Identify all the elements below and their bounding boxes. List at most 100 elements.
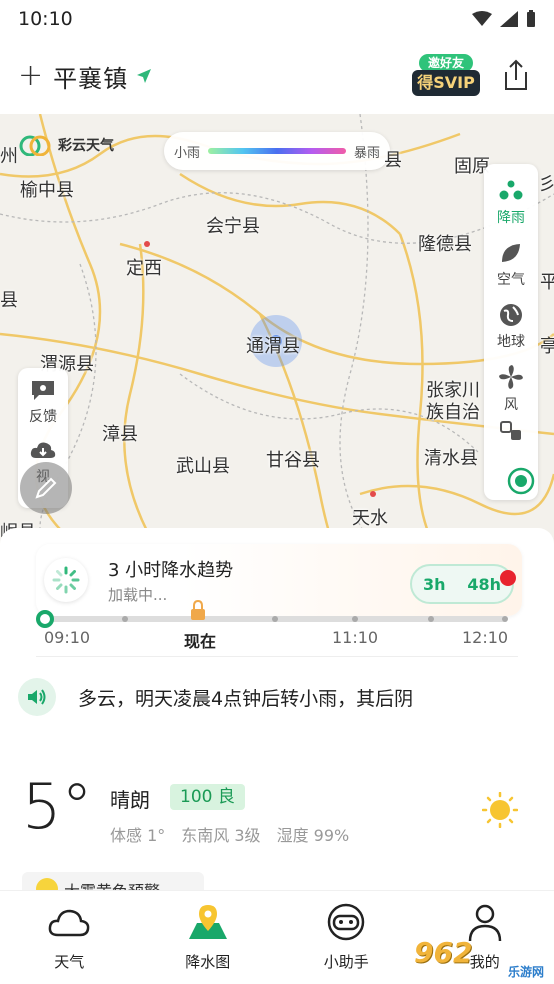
divider — [36, 656, 518, 657]
nav-precip-map-label: 降水图 — [185, 953, 231, 971]
map-layer-panel: 降雨 空气 地球 风 — [484, 164, 538, 500]
loading-spinner — [44, 558, 88, 602]
notification-dot — [500, 570, 516, 586]
map-place-label: 甘谷县 — [266, 450, 320, 471]
invite-vip-button[interactable]: 邀好友 得SVIP — [410, 54, 482, 100]
header: + 平襄镇 邀好友 得SVIP — [0, 38, 554, 114]
map-place-label: 定西 — [126, 258, 162, 279]
wind: 东南风 3级 — [181, 826, 261, 845]
feedback-icon — [32, 381, 54, 400]
weather-details: 体感 1° 东南风 3级 湿度 99% — [110, 822, 349, 846]
map-place-label: 族自治 — [426, 402, 480, 423]
precipitation-map[interactable]: 彩云天气 小雨 暴雨 州 榆中县 固原 会宁县 定西 隆德县 县 通渭县 渭源县… — [0, 114, 554, 554]
map-place-label: 天水 — [352, 508, 388, 529]
map-place-label: 榆中县 — [20, 180, 74, 201]
leaf-icon — [502, 244, 520, 262]
range-toggle: 3h 48h — [410, 564, 514, 604]
nav-precip-map[interactable]: 降水图 — [139, 891, 278, 984]
lock-icon — [191, 600, 205, 620]
legend-min-label: 小雨 — [174, 145, 201, 161]
layer-wind-label: 风 — [504, 397, 518, 413]
timeline-label-now: 现在 — [184, 632, 217, 651]
map-place-label: 县 — [384, 150, 402, 171]
map-place-label: 隆德县 — [418, 234, 472, 255]
fan-icon — [499, 365, 523, 389]
legend-gradient — [208, 148, 346, 154]
toggle-3h[interactable]: 3h — [423, 575, 446, 594]
map-place-label: 清水县 — [424, 448, 478, 469]
cloud-icon — [48, 909, 90, 937]
watermark-logo: 962 乐游网 — [414, 936, 550, 980]
loading-icon — [52, 566, 80, 594]
status-bar: 10:10 — [0, 0, 554, 38]
share-icon[interactable] — [502, 58, 530, 92]
legend-max-label: 暴雨 — [353, 145, 380, 161]
layer-rain-label: 降雨 — [497, 210, 525, 226]
battery-icon — [527, 10, 535, 27]
feels-like: 体感 1° — [110, 826, 166, 845]
wifi-icon — [472, 11, 492, 26]
aqi-badge[interactable]: 100 良 — [170, 784, 245, 810]
locate-me-icon[interactable] — [506, 466, 536, 496]
timeline-tick — [352, 616, 358, 622]
timeline-label-end: 12:10 — [462, 628, 509, 647]
timeline-tick — [428, 616, 434, 622]
location-arrow-icon — [137, 69, 152, 83]
nav-weather[interactable]: 天气 — [0, 891, 139, 984]
map-brand-label: 彩云天气 — [58, 138, 114, 154]
watermark-main: 962 — [414, 936, 473, 969]
map-place-label: 平 — [540, 272, 554, 293]
speaker-icon — [28, 689, 46, 705]
layer-more-button[interactable] — [484, 420, 538, 460]
globe-icon — [500, 304, 522, 326]
map-place-label: 通渭县 — [246, 336, 300, 357]
map-place-label: 县 — [0, 290, 18, 311]
map-place-label: 彡阳 — [538, 174, 554, 195]
precip-timeline[interactable] — [36, 600, 508, 628]
map-place-label: 州 — [0, 146, 18, 167]
timeline-start-handle[interactable] — [36, 610, 54, 628]
layer-wind-button[interactable]: 风 — [484, 358, 538, 420]
rain-drops-icon — [499, 180, 523, 200]
rain-legend: 小雨 暴雨 — [164, 132, 390, 170]
app-root: 10:10 + 平襄镇 邀好友 得SVIP 彩云天气 小雨 暴雨 州 榆中县 固… — [0, 0, 554, 984]
layer-globe-button[interactable]: 地球 — [484, 296, 538, 358]
voice-broadcast-button[interactable] — [18, 678, 56, 716]
nav-assistant[interactable]: 小助手 — [277, 891, 416, 984]
layer-air-label: 空气 — [497, 272, 525, 288]
timeline-label-start: 09:10 — [44, 628, 91, 647]
layer-globe-label: 地球 — [497, 334, 525, 350]
vip-svip-label: 得SVIP — [412, 70, 480, 96]
forecast-summary: 多云，明天凌晨4点钟后转小雨，其后阴 — [18, 670, 538, 724]
precip-trend-card: 3 小时降水趋势 加载中... 3h 48h 09:10 现在 11:10 12… — [0, 528, 554, 658]
toggle-48h[interactable]: 48h — [467, 575, 501, 594]
weather-condition: 晴朗 — [110, 788, 150, 812]
location-name[interactable]: 平襄镇 — [53, 59, 128, 94]
layer-rain-button[interactable]: 降雨 — [484, 172, 538, 234]
map-place-label: 漳县 — [102, 424, 138, 445]
forecast-text: 多云，明天凌晨4点钟后转小雨，其后阴 — [78, 687, 414, 710]
map-place-label: 会宁县 — [206, 216, 260, 237]
download-icon — [30, 442, 56, 458]
map-pin-icon — [188, 905, 227, 939]
precip-subtitle: 加载中... — [108, 586, 168, 604]
assistant-icon — [328, 903, 365, 941]
draw-button[interactable] — [20, 462, 72, 514]
layer-air-button[interactable]: 空气 — [484, 234, 538, 296]
precip-title: 3 小时降水趋势 — [108, 560, 234, 581]
nav-weather-label: 天气 — [54, 953, 85, 971]
timeline-tick — [272, 616, 278, 622]
timeline-tick — [122, 616, 128, 622]
nav-assistant-label: 小助手 — [323, 953, 369, 971]
map-place-label: 亭 — [540, 336, 554, 357]
status-icons — [472, 10, 536, 28]
layers-icon — [500, 421, 521, 440]
timeline-label-mid: 11:10 — [332, 628, 379, 647]
feedback-button[interactable]: 反馈 — [18, 378, 68, 440]
caiyun-logo-icon — [19, 135, 51, 156]
map-place-label: 武山县 — [176, 456, 230, 477]
add-location-button[interactable]: + — [18, 61, 43, 91]
precip-trend-box[interactable]: 3 小时降水趋势 加载中... 3h 48h — [36, 544, 522, 616]
timeline-tick — [502, 616, 508, 622]
sun-icon — [482, 792, 518, 828]
